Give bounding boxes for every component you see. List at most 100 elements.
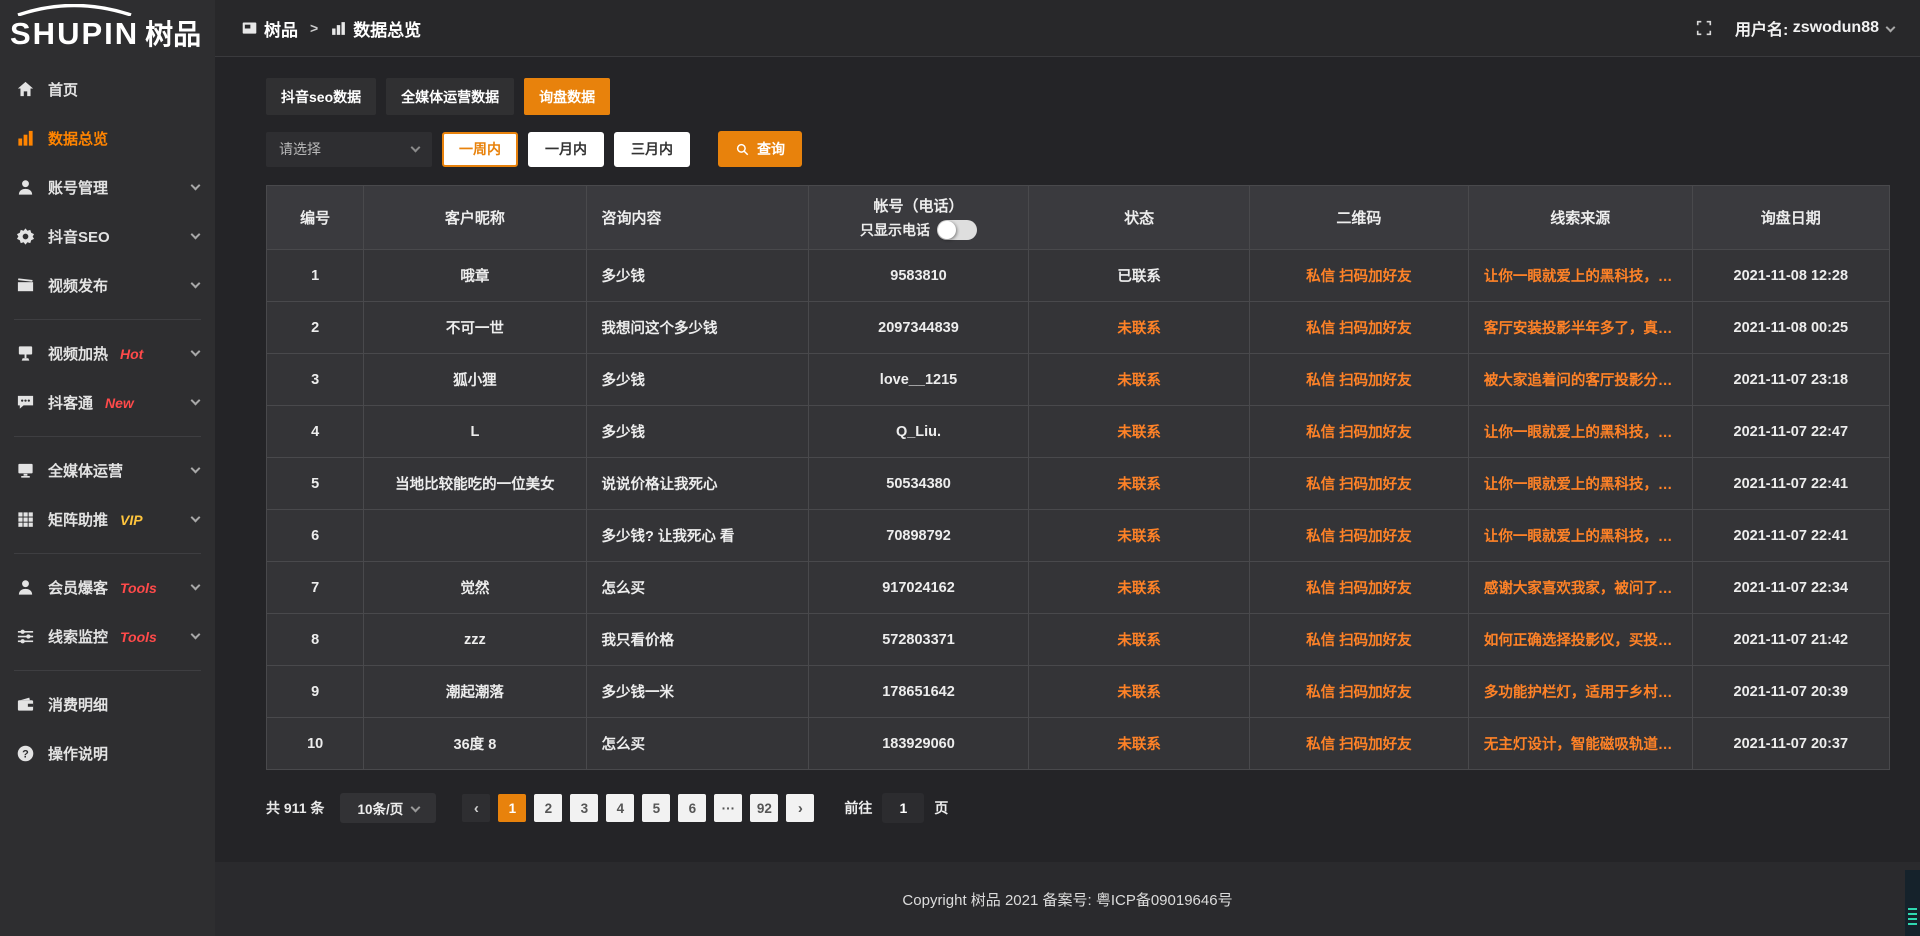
qrcode-actions-link[interactable]: 私信 扫码加好友	[1306, 473, 1412, 494]
sidebar-item-label: 抖音SEO	[48, 226, 110, 247]
phone-only-toggle[interactable]	[937, 220, 977, 240]
cell-account: 70898792	[809, 510, 1030, 562]
cell-account: 9583810	[809, 250, 1030, 302]
breadcrumb-item-home[interactable]: 树品	[264, 16, 298, 41]
qrcode-actions-link[interactable]: 私信 扫码加好友	[1306, 317, 1412, 338]
sidebar-item-douyin-seo[interactable]: 抖音SEO	[0, 212, 215, 261]
fullscreen-icon[interactable]	[1695, 19, 1713, 37]
tab-inquiry-data[interactable]: 询盘数据	[524, 78, 610, 115]
tab-douyin-seo-data[interactable]: 抖音seo数据	[266, 78, 376, 115]
table-row: 1 哦章 多少钱 9583810 已联系 私信 扫码加好友 让你一眼就爱上的黑科…	[267, 250, 1889, 302]
sidebar-item-label: 视频发布	[48, 275, 108, 296]
page-size-select[interactable]: 10条/页	[340, 793, 436, 823]
status-badge: 未联系	[1117, 733, 1161, 754]
chevron-down-icon	[411, 802, 421, 812]
status-badge: 未联系	[1117, 525, 1161, 546]
page-button[interactable]: ···	[714, 794, 742, 822]
goto-page-input[interactable]	[882, 793, 924, 823]
qrcode-actions-link[interactable]: 私信 扫码加好友	[1306, 265, 1412, 286]
next-page-button[interactable]: ›	[786, 794, 814, 822]
wallet-icon	[16, 695, 35, 714]
page-button[interactable]: 5	[642, 794, 670, 822]
cell-nickname: 潮起潮落	[364, 666, 586, 718]
sidebar-item-matrix-boost[interactable]: 矩阵助推 VIP	[0, 495, 215, 544]
page-button[interactable]: 2	[534, 794, 562, 822]
qrcode-actions-link[interactable]: 私信 扫码加好友	[1306, 733, 1412, 754]
header-date: 询盘日期	[1693, 186, 1889, 250]
sidebar-item-douketong[interactable]: 抖客通 New	[0, 378, 215, 427]
breadcrumb-separator: >	[310, 20, 318, 36]
source-link[interactable]: 被大家追着问的客厅投影分享...	[1484, 369, 1677, 390]
brand-name: SHUPIN	[10, 18, 139, 49]
prev-page-button[interactable]: ‹	[462, 794, 490, 822]
user-menu[interactable]: 用户名: zswodun88	[1735, 16, 1894, 40]
status-badge: 未联系	[1117, 681, 1161, 702]
sidebar-item-video-heat[interactable]: 视频加热 Hot	[0, 329, 215, 378]
page-button[interactable]: 6	[678, 794, 706, 822]
cell-date: 2021-11-07 20:37	[1693, 718, 1889, 770]
cell-nickname: 狐小狸	[364, 354, 586, 406]
brand-suffix: 树品	[145, 21, 201, 49]
sidebar-item-label: 会员爆客	[48, 577, 108, 598]
cell-source: 感谢大家喜欢我家，被问了好...	[1469, 562, 1693, 614]
sidebar-item-video-publish[interactable]: 视频发布	[0, 261, 215, 310]
sidebar-item-member-burst[interactable]: 会员爆客 Tools	[0, 563, 215, 612]
chevron-down-icon	[191, 581, 201, 591]
status-badge: 未联系	[1117, 473, 1161, 494]
period-three-month-button[interactable]: 三月内	[614, 132, 690, 167]
source-link[interactable]: 感谢大家喜欢我家，被问了好...	[1484, 577, 1677, 598]
source-link[interactable]: 多功能护栏灯，适用于乡村文...	[1484, 681, 1677, 702]
table-row: 9 潮起潮落 多少钱一米 178651642 未联系 私信 扫码加好友 多功能护…	[267, 666, 1889, 718]
monitor-icon	[16, 461, 35, 480]
cell-date: 2021-11-07 23:18	[1693, 354, 1889, 406]
cell-nickname: 哦章	[364, 250, 586, 302]
bar-chart-icon	[16, 129, 35, 148]
sidebar-item-help[interactable]: ? 操作说明	[0, 729, 215, 778]
period-one-week-button[interactable]: 一周内	[442, 132, 518, 167]
data-tabs: 抖音seo数据 全媒体运营数据 询盘数据	[266, 78, 1890, 115]
source-link[interactable]: 让你一眼就爱上的黑科技，能...	[1484, 421, 1677, 442]
page-button[interactable]: 3	[570, 794, 598, 822]
cell-qrcode: 私信 扫码加好友	[1250, 510, 1469, 562]
sidebar-item-spending-detail[interactable]: 消费明细	[0, 680, 215, 729]
footer: Copyright 树品 2021 备案号: 粤ICP备09019646号	[215, 862, 1920, 936]
qrcode-actions-link[interactable]: 私信 扫码加好友	[1306, 525, 1412, 546]
sidebar-item-home[interactable]: 首页	[0, 65, 215, 114]
qrcode-actions-link[interactable]: 私信 扫码加好友	[1306, 629, 1412, 650]
page-button[interactable]: 4	[606, 794, 634, 822]
qrcode-actions-link[interactable]: 私信 扫码加好友	[1306, 369, 1412, 390]
source-link[interactable]: 让你一眼就爱上的黑科技，能...	[1484, 525, 1677, 546]
clapperboard-icon	[16, 276, 35, 295]
breadcrumb-item-current: 数据总览	[353, 16, 421, 41]
source-link[interactable]: 如何正确选择投影仪，买投影...	[1484, 629, 1677, 650]
sidebar-item-data-overview[interactable]: 数据总览	[0, 114, 215, 163]
home-icon	[16, 80, 35, 99]
sidebar-item-omnimedia[interactable]: 全媒体运营	[0, 446, 215, 495]
menu-divider	[14, 670, 201, 671]
source-link[interactable]: 让你一眼就爱上的黑科技，能...	[1484, 265, 1677, 286]
qrcode-actions-link[interactable]: 私信 扫码加好友	[1306, 421, 1412, 442]
search-button[interactable]: 查询	[718, 131, 802, 167]
cell-source: 客厅安装投影半年多了，真实...	[1469, 302, 1693, 354]
chevron-down-icon	[191, 464, 201, 474]
source-link[interactable]: 客厅安装投影半年多了，真实...	[1484, 317, 1677, 338]
sidebar-item-label: 操作说明	[48, 743, 108, 764]
header-nickname: 客户昵称	[364, 186, 586, 250]
period-one-month-button[interactable]: 一月内	[528, 132, 604, 167]
username-value: zswodun88	[1793, 19, 1879, 37]
source-link[interactable]: 让你一眼就爱上的黑科技，能...	[1484, 473, 1677, 494]
cell-source: 无主灯设计，智能磁吸轨道灯...	[1469, 718, 1693, 770]
cell-status: 未联系	[1029, 614, 1250, 666]
page-button[interactable]: 92	[750, 794, 778, 822]
member-icon	[16, 578, 35, 597]
source-link[interactable]: 无主灯设计，智能磁吸轨道灯...	[1484, 733, 1677, 754]
account-select[interactable]: 请选择	[266, 132, 432, 167]
cell-source: 多功能护栏灯，适用于乡村文...	[1469, 666, 1693, 718]
tab-omnimedia-data[interactable]: 全媒体运营数据	[386, 78, 514, 115]
sidebar-item-clue-monitor[interactable]: 线索监控 Tools	[0, 612, 215, 661]
header-status: 状态	[1029, 186, 1250, 250]
qrcode-actions-link[interactable]: 私信 扫码加好友	[1306, 681, 1412, 702]
sidebar-item-account-mgmt[interactable]: 账号管理	[0, 163, 215, 212]
qrcode-actions-link[interactable]: 私信 扫码加好友	[1306, 577, 1412, 598]
page-button[interactable]: 1	[498, 794, 526, 822]
